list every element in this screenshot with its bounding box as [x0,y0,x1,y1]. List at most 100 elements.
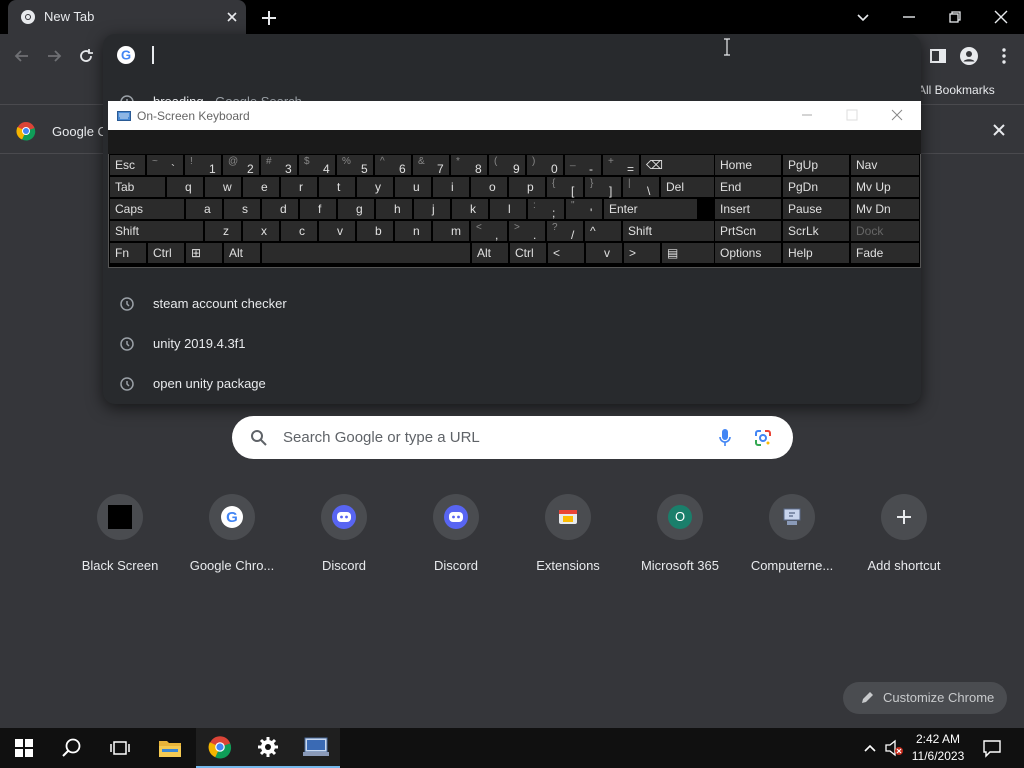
add-shortcut-tile[interactable]: Add shortcut [848,494,960,584]
osk-nav-key[interactable]: Pause [782,198,850,220]
osk-key[interactable]: p [508,176,546,198]
osk-key[interactable]: ⊞ [185,242,223,264]
menu-icon[interactable] [994,46,1014,66]
osk-key[interactable]: (9 [488,154,526,176]
osk-key[interactable]: Del [660,176,717,198]
osk-key[interactable]: Alt [223,242,261,264]
osk-key[interactable]: l [489,198,527,220]
osk-key[interactable]: e [242,176,280,198]
system-clock[interactable]: 2:42 AM 11/6/2023 [910,731,966,765]
osk-key[interactable]: * 8 [450,154,488,176]
shortcut-tile[interactable]: Extensions [512,494,624,584]
microphone-icon[interactable] [718,428,732,448]
show-hidden-icons[interactable] [862,740,878,756]
osk-key[interactable]: f [299,198,337,220]
tab-search-icon[interactable] [852,6,874,28]
osk-key[interactable]: >. [508,220,546,242]
tab-close-icon[interactable] [224,9,240,25]
osk-key[interactable]: _ - [564,154,602,176]
osk-nav-key[interactable]: Insert [714,198,782,220]
notifications-icon[interactable] [982,738,1002,758]
osk-key[interactable]: $4 [298,154,336,176]
osk-key[interactable]: ⌫ [640,154,716,176]
omnibox-input[interactable] [103,34,921,76]
osk-key[interactable]: v [585,242,623,264]
ntp-search-box[interactable]: Search Google or type a URL [232,416,793,459]
osk-key[interactable]: j [413,198,451,220]
tab-new-tab[interactable]: New Tab [8,0,246,34]
osk-key[interactable]: y [356,176,394,198]
osk-key[interactable]: o [470,176,508,198]
osk-key[interactable]: s [223,198,261,220]
osk-nav-key[interactable]: Fade [850,242,920,264]
osk-key[interactable]: w [204,176,242,198]
google-lens-icon[interactable] [753,428,773,448]
osk-key[interactable]: > [623,242,661,264]
osk-nav-key[interactable]: Options [714,242,782,264]
osk-nav-key[interactable]: ScrLk [782,220,850,242]
osk-key[interactable]: @2 [222,154,260,176]
osk-nav-key[interactable]: End [714,176,782,198]
side-panel-icon[interactable] [928,46,948,66]
osk-key[interactable]: t [318,176,356,198]
osk-nav-key[interactable]: Help [782,242,850,264]
osk-key[interactable]: Ctrl [509,242,547,264]
osk-key[interactable]: ! 1 [184,154,222,176]
minimize-icon[interactable] [898,6,920,28]
close-window-icon[interactable] [990,6,1012,28]
osk-key[interactable]: Fn [109,242,147,264]
osk-key[interactable]: v [318,220,356,242]
osk-key[interactable]: Shift [622,220,717,242]
customize-chrome-button[interactable]: Customize Chrome [843,682,1007,714]
osk-key[interactable]: u [394,176,432,198]
new-tab-button[interactable] [258,7,280,29]
info-bar-close-icon[interactable] [990,121,1008,139]
osk-key[interactable]: Ctrl [147,242,185,264]
shortcut-tile[interactable]: G Google Chro... [176,494,288,584]
osk-maximize-icon[interactable] [845,108,859,122]
osk-key[interactable]: k [451,198,489,220]
osk-key[interactable]: :; [527,198,565,220]
osk-key[interactable]: r [280,176,318,198]
osk-key[interactable]: ) 0 [526,154,564,176]
profile-icon[interactable] [959,46,979,66]
osk-nav-key[interactable]: Home [714,154,782,176]
osk-key[interactable]: z [204,220,242,242]
osk-key[interactable]: " ' [565,198,603,220]
restore-icon[interactable] [944,6,966,28]
osk-key[interactable]: c [280,220,318,242]
osk-key[interactable]: ~ ` [146,154,184,176]
shortcut-tile[interactable]: Discord [288,494,400,584]
osk-key[interactable]: b [356,220,394,242]
osk-minimize-icon[interactable] [800,108,814,122]
osk-key[interactable]: {[ [546,176,584,198]
shortcut-tile[interactable]: Computerne... [736,494,848,584]
osk-key[interactable]: n [394,220,432,242]
osk-nav-key[interactable]: Mv Up [850,176,920,198]
osk-key[interactable]: < [547,242,585,264]
osk-key[interactable]: <, [470,220,508,242]
osk-key[interactable]: Caps [109,198,185,220]
omnibox-suggestion[interactable]: open unity package [103,364,921,404]
osk-nav-key[interactable]: Dock [850,220,920,242]
osk-key[interactable]: | \ [622,176,660,198]
osk-nav-key[interactable]: Mv Dn [850,198,920,220]
osk-key[interactable] [261,242,471,264]
osk-key[interactable]: q [166,176,204,198]
osk-key[interactable]: & 7 [412,154,450,176]
osk-key[interactable]: Esc [109,154,146,176]
osk-key[interactable]: ? / [546,220,584,242]
osk-key[interactable]: h [375,198,413,220]
forward-icon[interactable] [44,46,64,66]
osk-key[interactable]: ^ 6 [374,154,412,176]
osk-key[interactable]: #3 [260,154,298,176]
osk-key[interactable]: + = [602,154,640,176]
osk-key[interactable]: Alt [471,242,509,264]
taskbar-search-button[interactable] [48,728,96,768]
osk-key[interactable]: i [432,176,470,198]
taskbar-chrome[interactable] [196,728,244,768]
osk-key[interactable]: g [337,198,375,220]
task-view-button[interactable] [96,728,144,768]
start-button[interactable] [0,728,48,768]
all-bookmarks-button[interactable]: All Bookmarks [918,83,995,97]
